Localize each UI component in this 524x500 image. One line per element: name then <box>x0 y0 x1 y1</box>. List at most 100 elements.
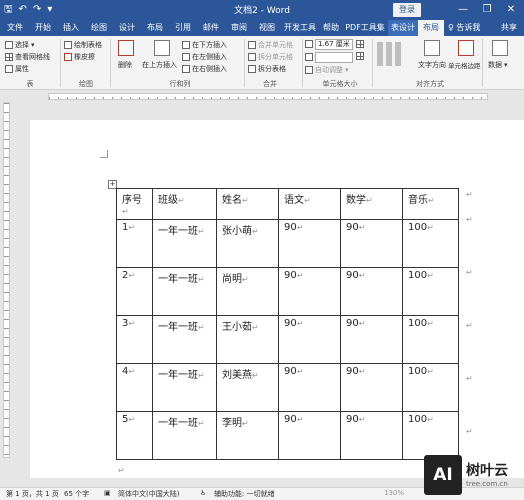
table-cell[interactable]: 尚明↵ <box>216 267 279 316</box>
select-icon <box>5 41 13 49</box>
cell-text: 音乐 <box>408 195 428 206</box>
eraser-button[interactable]: 橡皮擦 <box>64 52 95 62</box>
proofing-icon[interactable]: ▣ <box>104 489 111 497</box>
tab-pdf-tools[interactable]: PDF工具集 <box>342 20 388 36</box>
table-cell[interactable]: 2↵ <box>116 267 153 316</box>
table-cell[interactable]: 一年一班↵ <box>152 267 217 316</box>
document-title: 文档2 - Word <box>234 6 290 16</box>
table-cell[interactable]: 90↵ <box>278 363 341 412</box>
draw-table-button[interactable]: 绘制表格 <box>64 40 102 50</box>
autofit-button[interactable]: 自动调整 ▾ <box>305 65 349 75</box>
horizontal-ruler[interactable] <box>0 91 524 101</box>
table-cell[interactable]: 100↵ <box>402 315 459 364</box>
table-cell[interactable]: 3↵ <box>116 315 153 364</box>
table-cell[interactable]: 王小茹↵ <box>216 315 279 364</box>
table-cell[interactable]: 5↵ <box>116 411 153 460</box>
insert-right-button[interactable]: 在右侧插入 <box>182 64 227 74</box>
table-header-cell[interactable]: 序号↵ <box>116 188 153 220</box>
tab-home[interactable]: 开始 <box>32 20 54 36</box>
accessibility-status[interactable]: 辅助功能: 一切就绪 <box>214 489 275 499</box>
tab-draw[interactable]: 绘图 <box>88 20 110 36</box>
data-icon[interactable] <box>492 40 508 56</box>
split-cells-button[interactable]: 拆分单元格 <box>248 52 293 62</box>
tab-references[interactable]: 引用 <box>172 20 194 36</box>
table-cell[interactable]: 1↵ <box>116 219 153 268</box>
minimize-icon[interactable]: — <box>452 2 474 18</box>
table-header-cell[interactable]: 语文↵ <box>278 188 341 220</box>
login-button[interactable]: 登录 <box>393 3 421 17</box>
table-cell[interactable]: 90↵ <box>278 267 341 316</box>
tab-review[interactable]: 审阅 <box>228 20 250 36</box>
text-direction-button[interactable]: 文字方向 <box>418 60 446 70</box>
select-button[interactable]: 选择 ▾ <box>5 40 35 50</box>
table-header-cell[interactable]: 数学↵ <box>340 188 403 220</box>
table-header-cell[interactable]: 姓名↵ <box>216 188 279 220</box>
row-height-input[interactable]: 1.67 厘米 <box>315 39 353 50</box>
tab-tell-me[interactable]: ♀ 告诉我 <box>448 20 488 36</box>
restore-icon[interactable]: ❐ <box>476 2 498 18</box>
tab-insert[interactable]: 插入 <box>60 20 82 36</box>
table-header-cell[interactable]: 音乐↵ <box>402 188 459 220</box>
table-cell[interactable]: 李明↵ <box>216 411 279 460</box>
table-cell[interactable]: 90↵ <box>340 219 403 268</box>
table-cell[interactable]: 100↵ <box>402 363 459 412</box>
language[interactable]: 简体中文(中国大陆) <box>118 489 179 499</box>
properties-button[interactable]: 属性 <box>5 64 29 74</box>
tab-layout[interactable]: 布局 <box>144 20 166 36</box>
table-cell[interactable]: 90↵ <box>340 315 403 364</box>
insert-left-button[interactable]: 在左侧插入 <box>182 52 227 62</box>
share-button[interactable]: 共享 <box>496 20 522 36</box>
merge-cells-button[interactable]: 合并单元格 <box>248 40 293 50</box>
tab-view[interactable]: 视图 <box>256 20 278 36</box>
insert-below-button[interactable]: 在下方插入 <box>182 40 227 50</box>
cell-margins-icon[interactable] <box>458 40 474 56</box>
tab-file[interactable]: 文件 <box>4 20 26 36</box>
text-direction-icon[interactable] <box>424 40 440 56</box>
table-cell[interactable]: 90↵ <box>278 411 341 460</box>
table-cell[interactable]: 一年一班↵ <box>152 219 217 268</box>
split-table-button[interactable]: 拆分表格 <box>248 64 286 74</box>
table-cell[interactable]: 一年一班↵ <box>152 315 217 364</box>
table-header-cell[interactable]: 班级↵ <box>152 188 217 220</box>
cell-margins-button[interactable]: 单元格边距 <box>448 60 482 70</box>
table-cell[interactable]: 90↵ <box>278 315 341 364</box>
table-cell[interactable]: 一年一班↵ <box>152 411 217 460</box>
table-cell[interactable]: 张小萌↵ <box>216 219 279 268</box>
accessibility-icon[interactable]: ♿ <box>200 489 206 497</box>
column-width-input[interactable] <box>315 52 353 63</box>
table-cell[interactable]: 100↵ <box>402 219 459 268</box>
table-cell[interactable]: 90↵ <box>278 219 341 268</box>
data-button[interactable]: 数据 ▾ <box>488 60 508 70</box>
table-cell[interactable]: 90↵ <box>340 363 403 412</box>
distribute-rows-button[interactable] <box>356 40 364 48</box>
table-cell[interactable]: 刘美燕↵ <box>216 363 279 412</box>
cell-text: 90 <box>284 318 297 329</box>
close-icon[interactable]: ✕ <box>500 2 522 18</box>
delete-button[interactable]: 删除 <box>118 60 132 70</box>
tab-developer[interactable]: 开发工具 <box>282 20 318 36</box>
table-cell[interactable]: 90↵ <box>340 411 403 460</box>
tab-design[interactable]: 设计 <box>116 20 138 36</box>
distribute-columns-button[interactable] <box>356 52 364 60</box>
word-count[interactable]: 65 个字 <box>64 489 89 499</box>
insert-above-icon[interactable] <box>154 40 170 56</box>
tab-table-design[interactable]: 表设计 <box>388 20 418 36</box>
align-grid-icon[interactable] <box>377 42 403 66</box>
tab-table-layout[interactable]: 布局 <box>418 20 444 36</box>
cell-end-mark: ↵ <box>128 367 136 376</box>
table-cell[interactable]: 4↵ <box>116 363 153 412</box>
table-cell[interactable]: 一年一班↵ <box>152 363 217 412</box>
view-gridlines-button[interactable]: 查看网格线 <box>5 52 50 62</box>
insert-above-button[interactable]: 在上方插入 <box>142 60 177 70</box>
delete-table-icon[interactable] <box>118 40 134 56</box>
zoom-level[interactable]: 130% <box>384 489 404 497</box>
cell-text: 一年一班 <box>158 322 198 333</box>
table-cell[interactable]: 90↵ <box>340 267 403 316</box>
tab-help[interactable]: 帮助 <box>320 20 342 36</box>
vertical-ruler[interactable] <box>1 102 11 458</box>
page-count[interactable]: 第 1 页，共 1 页 <box>6 489 59 499</box>
table-cell[interactable]: 100↵ <box>402 267 459 316</box>
tab-mailings[interactable]: 邮件 <box>200 20 222 36</box>
cell-end-mark: ↵ <box>296 223 304 232</box>
row-end-mark: ↵ <box>466 374 473 383</box>
